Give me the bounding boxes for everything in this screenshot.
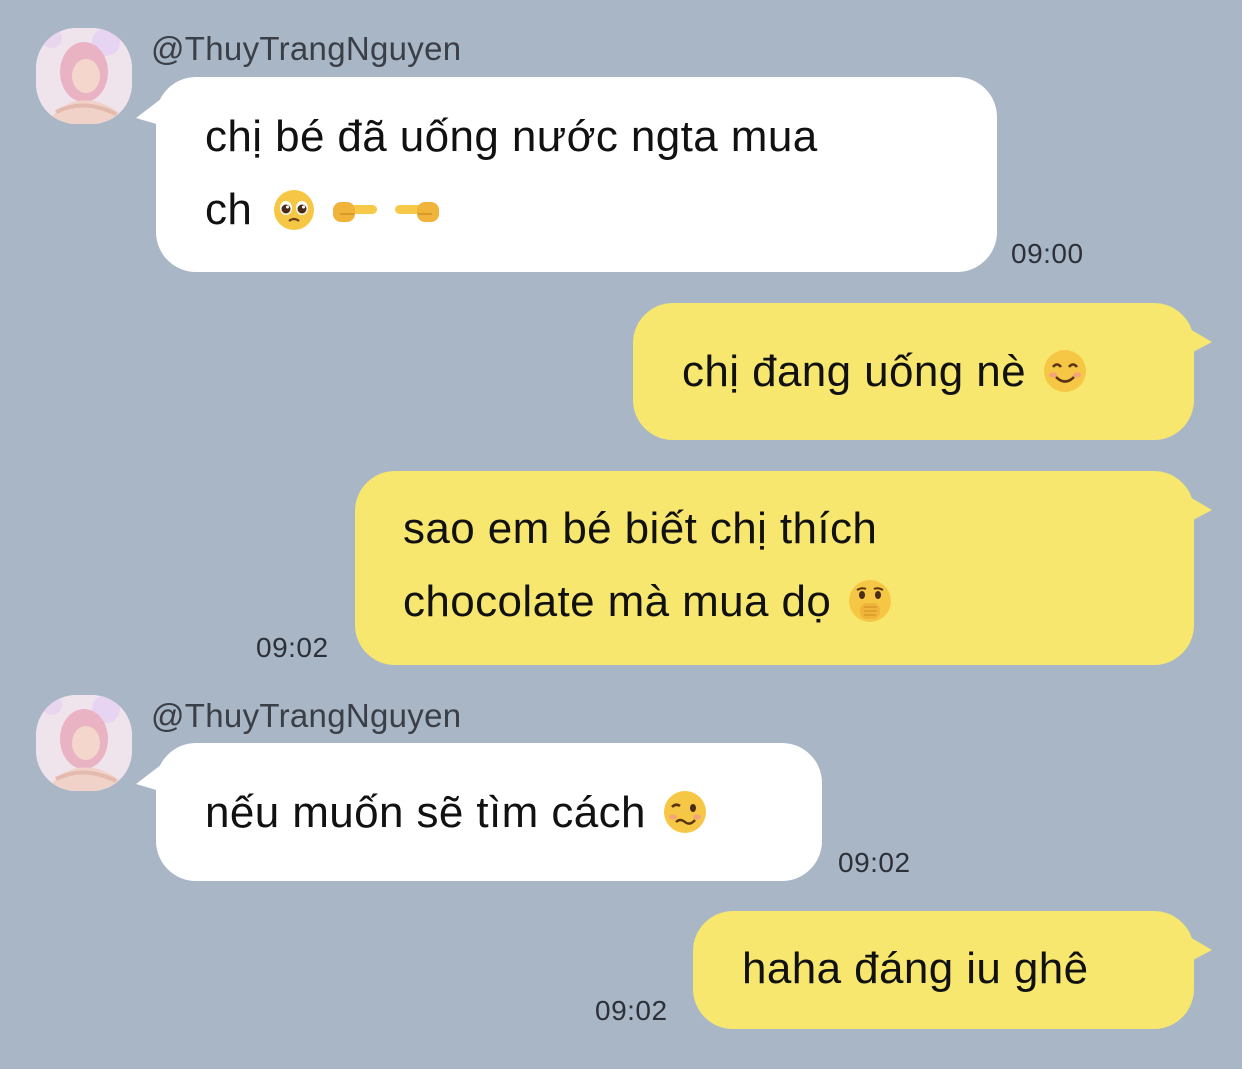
message-timestamp: 09:02 <box>595 995 668 1026</box>
pleading-face-emoji <box>272 188 316 232</box>
finger-pointing-right-emoji <box>330 188 380 232</box>
message-bubble-outgoing[interactable]: haha đáng iu ghê <box>693 911 1194 1029</box>
message-text-line: chị bé đã uống nước ngta mua <box>205 112 818 161</box>
contact-avatar[interactable] <box>36 695 132 791</box>
message-text-line: ch <box>205 173 957 246</box>
sender-name: @ThuyTrangNguyen <box>151 30 462 67</box>
face-with-hand-over-mouth-emoji <box>847 578 893 624</box>
message-bubble-outgoing[interactable]: sao em bé biết chị thích chocolate mà mu… <box>355 471 1194 665</box>
message-timestamp: 09:02 <box>838 847 911 878</box>
message-bubble-incoming[interactable]: chị bé đã uống nước ngta mua ch <box>156 77 997 272</box>
message-text-line: chocolate mà mua dọ <box>403 565 1154 638</box>
contact-avatar[interactable] <box>36 28 132 124</box>
message-text-line: nếu muốn sẽ tìm cách <box>205 776 802 849</box>
sender-name: @ThuyTrangNguyen <box>151 697 462 734</box>
message-text-line: sao em bé biết chị thích <box>403 504 878 553</box>
finger-pointing-left-emoji <box>392 188 442 232</box>
message-timestamp: 09:02 <box>256 632 329 663</box>
woozy-face-emoji <box>662 789 708 835</box>
message-bubble-outgoing[interactable]: chị đang uống nè <box>633 303 1194 440</box>
message-text-line: chị đang uống nè <box>682 335 1174 408</box>
message-bubble-incoming[interactable]: nếu muốn sẽ tìm cách <box>156 743 822 881</box>
message-timestamp: 09:00 <box>1011 238 1084 269</box>
smiling-face-emoji <box>1042 348 1088 394</box>
message-text-line: haha đáng iu ghê <box>742 944 1089 993</box>
